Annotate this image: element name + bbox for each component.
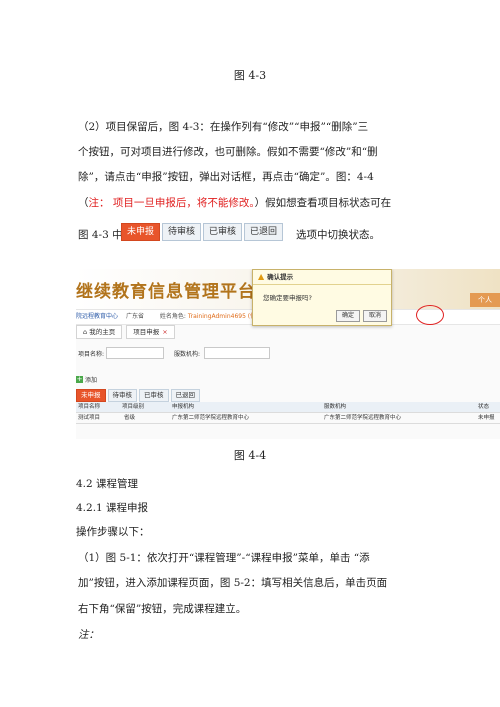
paragraph-line: （2）项目保留后，图 4-3：在操作列有“修改”“申报”“删除”三 bbox=[78, 121, 369, 133]
confirm-dialog: ▲ 确认提示 您确定要申报吗? 确定 取消 bbox=[252, 269, 444, 326]
column-header: 项目级别 bbox=[122, 404, 145, 410]
user-name-link[interactable]: TrainingAdmin4695 (修改 bbox=[188, 313, 262, 320]
paragraph-line-end: 选项中切换状态。 bbox=[296, 229, 380, 241]
status-tab-not-submitted[interactable]: 未申报 bbox=[76, 389, 106, 402]
tab-project-declare-label: 项目申报 bbox=[133, 328, 160, 336]
note-label: 注： bbox=[78, 629, 99, 641]
close-icon[interactable]: × bbox=[162, 328, 167, 336]
highlight-circle bbox=[416, 305, 444, 325]
inline-status-tabs: 未申报 待审核 已审核 已退回 bbox=[121, 223, 284, 241]
status-tab-pending[interactable]: 待审核 bbox=[107, 389, 137, 402]
table-cell: 广东第二师范学院远程教育中心 bbox=[172, 415, 250, 421]
role-label: 姓名角色: bbox=[159, 313, 186, 320]
warning-note: 注： 项目一旦申报后，将不能修改。 bbox=[88, 197, 255, 209]
service-org-label: 服数机构: bbox=[174, 351, 201, 358]
section-heading: 4.2 课程管理 bbox=[76, 478, 139, 490]
status-tabs: 未申报 待审核 已审核 已退回 bbox=[76, 389, 200, 402]
app-title: 继续教育信息管理平台 bbox=[76, 282, 256, 302]
paren-open: （ bbox=[78, 197, 89, 209]
add-icon: + bbox=[76, 375, 83, 383]
region: 广东省 bbox=[125, 313, 144, 320]
cancel-button[interactable]: 取消 bbox=[362, 310, 387, 322]
table-header-row: 项目名称 项目级别 申报机构 服数机构 状态 bbox=[76, 402, 500, 413]
dialog-message: 您确定要申报吗? bbox=[263, 294, 312, 302]
tab-home[interactable]: ⌂ 我的主页 bbox=[76, 325, 123, 339]
home-icon: ⌂ bbox=[83, 328, 88, 336]
intro-text: 操作步骤以下： bbox=[76, 526, 150, 538]
project-name-input[interactable] bbox=[106, 347, 164, 359]
document-page: 图 4-3 （2）项目保留后，图 4-3：在操作列有“修改”“申报”“删除”三 … bbox=[0, 0, 500, 707]
table-cell: 测试项目 bbox=[78, 415, 101, 421]
dialog-title: ▲ 确认提示 bbox=[253, 270, 391, 285]
screenshot-figure-4-4: 继续教育信息管理平台 个人 院远程教育中心 广东省 姓名角色: Training… bbox=[76, 269, 500, 439]
add-button[interactable]: + 添加 bbox=[76, 375, 97, 384]
dialog-buttons: 确定 取消 bbox=[335, 310, 387, 322]
step-text: 右下角“保留”按钮，完成课程建立。 bbox=[78, 603, 247, 615]
table-cell: 广东第二师范学院远程教育中心 bbox=[324, 415, 402, 421]
project-table: 项目名称 项目级别 申报机构 服数机构 状态 测试项目 省级 广东第二师范学院远… bbox=[76, 402, 500, 424]
column-header: 状态 bbox=[478, 404, 490, 410]
status-tab-returned[interactable]: 已退回 bbox=[170, 389, 200, 402]
org-name: 院远程教育中心 bbox=[76, 313, 119, 320]
step-text: 加”按钮，进入添加课程页面，图 5-2：填写相关信息后，单击页面 bbox=[78, 577, 388, 589]
personal-center-button[interactable]: 个人 bbox=[470, 293, 500, 307]
table-cell: 省级 bbox=[124, 415, 136, 421]
paragraph-line: 除”，请点击“申报”按钮，弹出对话框，再点击“确定”。图：4-4 bbox=[78, 171, 374, 183]
paragraph-line: 个按钮，可对项目进行修改，也可删除。假如不需要“修改”和“删 bbox=[78, 146, 378, 158]
tab-pending-review[interactable]: 待审核 bbox=[162, 223, 202, 241]
step-text: （1）图 5-1：依次打开“课程管理”-“课程申报”菜单，单击 “添 bbox=[78, 552, 370, 564]
subsection-heading: 4.2.1 课程申报 bbox=[76, 502, 149, 514]
table-row[interactable]: 测试项目 省级 广东第二师范学院远程教育中心 广东第二师范学院远程教育中心 未申… bbox=[76, 413, 500, 424]
warning-icon: ▲ bbox=[258, 272, 265, 281]
tab-home-label: 我的主页 bbox=[89, 328, 116, 336]
column-header: 项目名称 bbox=[78, 404, 101, 410]
table-cell: 未申报 bbox=[478, 415, 495, 421]
tab-reviewed[interactable]: 已审核 bbox=[203, 223, 243, 241]
tab-project-declare[interactable]: 项目申报 × bbox=[126, 325, 175, 339]
paragraph-text: ）假如想查看项目标状态可在 bbox=[254, 197, 392, 209]
column-header: 申报机构 bbox=[172, 404, 195, 410]
figure-caption-4-3: 图 4-3 bbox=[233, 69, 267, 82]
page-tabs: ⌂ 我的主页 项目申报 × bbox=[76, 325, 175, 339]
service-org-input[interactable] bbox=[204, 347, 270, 359]
column-header: 服数机构 bbox=[324, 404, 347, 410]
tab-returned[interactable]: 已退回 bbox=[244, 223, 284, 241]
figure-caption-4-4: 图 4-4 bbox=[233, 449, 267, 462]
project-name-label: 项目名称: bbox=[78, 351, 105, 358]
add-label: 添加 bbox=[85, 377, 98, 384]
paragraph-line-with-note: （注： 项目一旦申报后，将不能修改。）假如想查看项目标状态可在 bbox=[78, 191, 430, 216]
confirm-button[interactable]: 确定 bbox=[335, 310, 360, 322]
tab-not-submitted[interactable]: 未申报 bbox=[121, 223, 161, 241]
status-tab-reviewed[interactable]: 已审核 bbox=[139, 389, 169, 402]
dialog-title-text: 确认提示 bbox=[267, 273, 294, 281]
